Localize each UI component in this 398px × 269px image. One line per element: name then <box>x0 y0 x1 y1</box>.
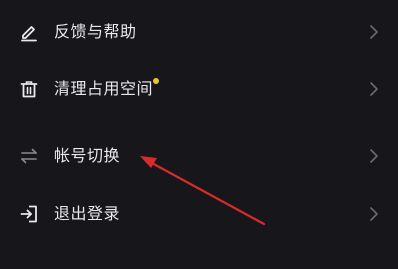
menu-item-clear-storage[interactable]: 清理占用空间 <box>0 60 398 118</box>
menu-item-label: 退出登录 <box>54 204 121 223</box>
chevron-right-icon <box>369 24 379 40</box>
settings-menu-screen: 反馈与帮助 清理占用空间 帐号切换 退出登录 <box>0 0 398 269</box>
menu-item-feedback-help[interactable]: 反馈与帮助 <box>0 3 398 61</box>
menu-item-label: 反馈与帮助 <box>54 22 137 41</box>
menu-item-label: 帐号切换 <box>54 146 121 165</box>
menu-item-logout[interactable]: 退出登录 <box>0 185 398 243</box>
new-badge-dot <box>153 78 159 84</box>
switch-arrows-icon <box>19 146 39 166</box>
chevron-right-icon <box>369 148 379 164</box>
edit-icon <box>19 22 39 42</box>
trash-icon <box>19 79 39 99</box>
logout-icon <box>19 204 39 224</box>
chevron-right-icon <box>369 206 379 222</box>
chevron-right-icon <box>369 81 379 97</box>
menu-item-switch-account[interactable]: 帐号切换 <box>0 127 398 185</box>
menu-item-label: 清理占用空间 <box>54 79 154 98</box>
